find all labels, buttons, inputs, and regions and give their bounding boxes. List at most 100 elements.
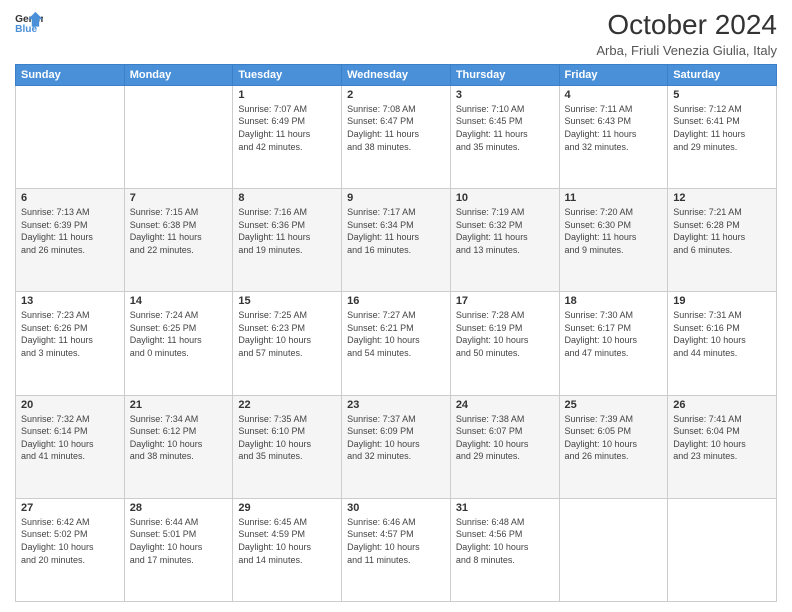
- calendar-day-cell: 7Sunrise: 7:15 AM Sunset: 6:38 PM Daylig…: [124, 189, 233, 292]
- day-detail: Sunrise: 7:16 AM Sunset: 6:36 PM Dayligh…: [238, 206, 336, 256]
- day-number: 11: [565, 192, 663, 204]
- day-number: 10: [456, 192, 554, 204]
- calendar-header-cell: Sunday: [16, 64, 125, 85]
- day-detail: Sunrise: 6:46 AM Sunset: 4:57 PM Dayligh…: [347, 516, 445, 566]
- calendar-day-cell: 31Sunrise: 6:48 AM Sunset: 4:56 PM Dayli…: [450, 498, 559, 601]
- day-number: 25: [565, 399, 663, 411]
- calendar-day-cell: 27 Sunrise: 6:42 AM Sunset: 5:02 PM Dayli…: [16, 498, 125, 601]
- day-number: 13: [21, 295, 119, 307]
- day-detail: Sunrise: 7:28 AM Sunset: 6:19 PM Dayligh…: [456, 309, 554, 359]
- day-detail: Sunrise: 7:38 AM Sunset: 6:07 PM Dayligh…: [456, 413, 554, 463]
- day-number: 1: [238, 89, 336, 101]
- day-detail: Sunrise: 7:31 AM Sunset: 6:16 PM Dayligh…: [673, 309, 771, 359]
- calendar-day-cell: 14 Sunrise: 7:24 AM Sunset: 6:25 PM Dayli…: [124, 292, 233, 395]
- calendar-day-cell: 1 Sunrise: 7:07 AM Sunset: 6:49 PM Daylig…: [233, 85, 342, 188]
- day-number: 19: [673, 295, 771, 307]
- calendar-day-cell: 8Sunrise: 7:16 AM Sunset: 6:36 PM Daylig…: [233, 189, 342, 292]
- location: Arba, Friuli Venezia Giulia, Italy: [596, 43, 777, 58]
- day-detail: Sunrise: 6:45 AM Sunset: 4:59 PM Dayligh…: [238, 516, 336, 566]
- calendar-day-cell: 4 Sunrise: 7:11 AM Sunset: 6:43 PM Daylig…: [559, 85, 668, 188]
- day-number: 26: [673, 399, 771, 411]
- day-detail: Sunrise: 7:24 AM Sunset: 6:25 PM Dayligh…: [130, 309, 228, 359]
- day-detail: Sunrise: 7:13 AM Sunset: 6:39 PM Dayligh…: [21, 206, 119, 256]
- calendar-day-cell: [559, 498, 668, 601]
- calendar-day-cell: 9 Sunrise: 7:17 AM Sunset: 6:34 PM Daylig…: [342, 189, 451, 292]
- day-detail: Sunrise: 7:11 AM Sunset: 6:43 PM Dayligh…: [565, 103, 663, 153]
- calendar-day-cell: 13 Sunrise: 7:23 AM Sunset: 6:26 PM Dayli…: [16, 292, 125, 395]
- calendar-header-cell: Saturday: [668, 64, 777, 85]
- day-number: 29: [238, 502, 336, 514]
- day-detail: Sunrise: 7:27 AM Sunset: 6:21 PM Dayligh…: [347, 309, 445, 359]
- calendar-header-cell: Thursday: [450, 64, 559, 85]
- day-detail: Sunrise: 7:19 AM Sunset: 6:32 PM Dayligh…: [456, 206, 554, 256]
- calendar-day-cell: 24 Sunrise: 7:38 AM Sunset: 6:07 PM Dayli…: [450, 395, 559, 498]
- day-number: 20: [21, 399, 119, 411]
- day-number: 27: [21, 502, 119, 514]
- day-number: 4: [565, 89, 663, 101]
- day-number: 12: [673, 192, 771, 204]
- day-detail: Sunrise: 7:23 AM Sunset: 6:26 PM Dayligh…: [21, 309, 119, 359]
- day-detail: Sunrise: 7:21 AM Sunset: 6:28 PM Dayligh…: [673, 206, 771, 256]
- day-number: 18: [565, 295, 663, 307]
- calendar-day-cell: 6Sunrise: 7:13 AM Sunset: 6:39 PM Daylig…: [16, 189, 125, 292]
- logo-icon: General Blue: [15, 10, 43, 34]
- day-detail: Sunrise: 7:10 AM Sunset: 6:45 PM Dayligh…: [456, 103, 554, 153]
- calendar-table: SundayMondayTuesdayWednesdayThursdayFrid…: [15, 64, 777, 602]
- day-number: 7: [130, 192, 228, 204]
- calendar-day-cell: 29 Sunrise: 6:45 AM Sunset: 4:59 PM Dayli…: [233, 498, 342, 601]
- calendar-day-cell: 20 Sunrise: 7:32 AM Sunset: 6:14 PM Dayli…: [16, 395, 125, 498]
- calendar-header-cell: Wednesday: [342, 64, 451, 85]
- day-number: 9: [347, 192, 445, 204]
- calendar-day-cell: 15Sunrise: 7:25 AM Sunset: 6:23 PM Dayli…: [233, 292, 342, 395]
- calendar-day-cell: 16Sunrise: 7:27 AM Sunset: 6:21 PM Dayli…: [342, 292, 451, 395]
- calendar-week-row: 27 Sunrise: 6:42 AM Sunset: 5:02 PM Dayli…: [16, 498, 777, 601]
- calendar-day-cell: 23Sunrise: 7:37 AM Sunset: 6:09 PM Dayli…: [342, 395, 451, 498]
- calendar-day-cell: 5Sunrise: 7:12 AM Sunset: 6:41 PM Daylig…: [668, 85, 777, 188]
- day-detail: Sunrise: 7:32 AM Sunset: 6:14 PM Dayligh…: [21, 413, 119, 463]
- day-detail: Sunrise: 7:20 AM Sunset: 6:30 PM Dayligh…: [565, 206, 663, 256]
- calendar-day-cell: 17Sunrise: 7:28 AM Sunset: 6:19 PM Dayli…: [450, 292, 559, 395]
- calendar-day-cell: 10 Sunrise: 7:19 AM Sunset: 6:32 PM Dayli…: [450, 189, 559, 292]
- day-detail: Sunrise: 6:42 AM Sunset: 5:02 PM Dayligh…: [21, 516, 119, 566]
- calendar-day-cell: 25 Sunrise: 7:39 AM Sunset: 6:05 PM Dayli…: [559, 395, 668, 498]
- day-number: 22: [238, 399, 336, 411]
- month-year: October 2024: [596, 10, 777, 41]
- calendar-week-row: 1 Sunrise: 7:07 AM Sunset: 6:49 PM Daylig…: [16, 85, 777, 188]
- header: General Blue October 2024 Arba, Friuli V…: [15, 10, 777, 58]
- day-detail: Sunrise: 7:07 AM Sunset: 6:49 PM Dayligh…: [238, 103, 336, 153]
- calendar-day-cell: 22 Sunrise: 7:35 AM Sunset: 6:10 PM Dayli…: [233, 395, 342, 498]
- day-detail: Sunrise: 7:35 AM Sunset: 6:10 PM Dayligh…: [238, 413, 336, 463]
- calendar-day-cell: 28 Sunrise: 6:44 AM Sunset: 5:01 PM Dayli…: [124, 498, 233, 601]
- day-number: 28: [130, 502, 228, 514]
- day-detail: Sunrise: 7:39 AM Sunset: 6:05 PM Dayligh…: [565, 413, 663, 463]
- day-detail: Sunrise: 7:30 AM Sunset: 6:17 PM Dayligh…: [565, 309, 663, 359]
- day-detail: Sunrise: 7:34 AM Sunset: 6:12 PM Dayligh…: [130, 413, 228, 463]
- day-number: 15: [238, 295, 336, 307]
- day-detail: Sunrise: 6:44 AM Sunset: 5:01 PM Dayligh…: [130, 516, 228, 566]
- calendar-day-cell: 26 Sunrise: 7:41 AM Sunset: 6:04 PM Dayli…: [668, 395, 777, 498]
- page: General Blue October 2024 Arba, Friuli V…: [0, 0, 792, 612]
- calendar-day-cell: 30 Sunrise: 6:46 AM Sunset: 4:57 PM Dayli…: [342, 498, 451, 601]
- day-detail: Sunrise: 7:41 AM Sunset: 6:04 PM Dayligh…: [673, 413, 771, 463]
- calendar-day-cell: 12 Sunrise: 7:21 AM Sunset: 6:28 PM Dayli…: [668, 189, 777, 292]
- day-number: 21: [130, 399, 228, 411]
- day-number: 24: [456, 399, 554, 411]
- day-number: 14: [130, 295, 228, 307]
- calendar-header-cell: Friday: [559, 64, 668, 85]
- calendar-day-cell: 11 Sunrise: 7:20 AM Sunset: 6:30 PM Dayli…: [559, 189, 668, 292]
- day-detail: Sunrise: 7:08 AM Sunset: 6:47 PM Dayligh…: [347, 103, 445, 153]
- day-number: 3: [456, 89, 554, 101]
- day-number: 30: [347, 502, 445, 514]
- calendar-day-cell: [668, 498, 777, 601]
- day-number: 2: [347, 89, 445, 101]
- calendar-day-cell: 18 Sunrise: 7:30 AM Sunset: 6:17 PM Dayli…: [559, 292, 668, 395]
- calendar-day-cell: [16, 85, 125, 188]
- day-detail: Sunrise: 6:48 AM Sunset: 4:56 PM Dayligh…: [456, 516, 554, 566]
- day-detail: Sunrise: 7:37 AM Sunset: 6:09 PM Dayligh…: [347, 413, 445, 463]
- day-detail: Sunrise: 7:17 AM Sunset: 6:34 PM Dayligh…: [347, 206, 445, 256]
- calendar-day-cell: 21 Sunrise: 7:34 AM Sunset: 6:12 PM Dayli…: [124, 395, 233, 498]
- calendar-week-row: 6Sunrise: 7:13 AM Sunset: 6:39 PM Daylig…: [16, 189, 777, 292]
- calendar-day-cell: [124, 85, 233, 188]
- logo: General Blue: [15, 10, 43, 34]
- calendar-day-cell: 19 Sunrise: 7:31 AM Sunset: 6:16 PM Dayli…: [668, 292, 777, 395]
